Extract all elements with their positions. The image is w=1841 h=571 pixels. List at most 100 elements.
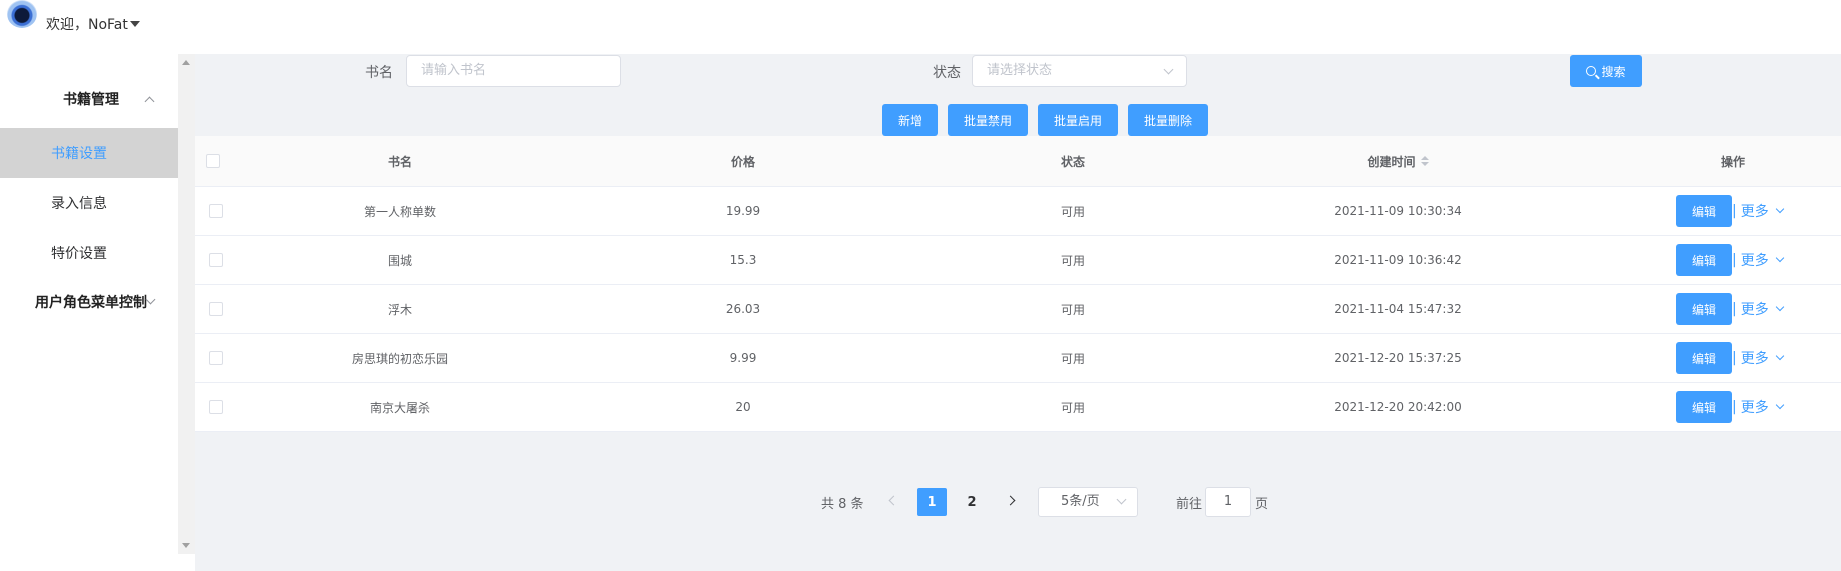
chevron-down-icon xyxy=(1775,302,1784,312)
row-checkbox[interactable] xyxy=(209,400,223,414)
cell-status: 可用 xyxy=(1060,204,1085,219)
more-label: 更多 xyxy=(1740,302,1769,318)
next-page-icon[interactable] xyxy=(1005,495,1016,506)
status-placeholder: 请选择状态 xyxy=(987,63,1053,78)
column-header-actions: 操作 xyxy=(1720,154,1745,169)
add-button[interactable]: 新增 xyxy=(882,104,938,136)
chevron-down-icon xyxy=(1775,400,1784,410)
cell-name: 浮木 xyxy=(387,302,412,317)
more-dropdown[interactable]: | 更多 xyxy=(1732,334,1784,382)
sidebar-group-label: 书籍管理 xyxy=(63,92,119,108)
chevron-down-icon xyxy=(1163,64,1174,75)
row-checkbox[interactable] xyxy=(209,253,223,267)
top-bar: 欢迎，NoFat xyxy=(0,0,1841,54)
cell-created: 2021-11-04 15:47:32 xyxy=(1334,302,1462,316)
select-all-checkbox[interactable] xyxy=(206,154,220,168)
edit-button[interactable]: 编辑 xyxy=(1676,293,1732,325)
separator: | xyxy=(1732,203,1737,219)
main-content: 书名 请输入书名 状态 请选择状态 搜索 新增 批量禁用 批量启用 批量删除 书… xyxy=(195,54,1841,571)
more-label: 更多 xyxy=(1740,351,1769,367)
goto-label: 前往 xyxy=(1176,497,1203,512)
sort-icon[interactable] xyxy=(1420,156,1429,166)
edit-button[interactable]: 编辑 xyxy=(1676,195,1732,227)
sidebar-group-books[interactable]: 书籍管理 xyxy=(0,74,178,124)
chevron-down-icon xyxy=(145,294,156,305)
cell-status: 可用 xyxy=(1060,253,1085,268)
sidebar-item-entry-info[interactable]: 录入信息 xyxy=(0,178,178,228)
table-row: 第一人称单数 19.99 可用 2021-11-09 10:30:34 编辑 |… xyxy=(195,187,1841,236)
sidebar-group-user-role-menu[interactable]: 用户角色菜单控制 xyxy=(0,277,178,327)
cell-name: 围城 xyxy=(387,253,412,268)
edit-button[interactable]: 编辑 xyxy=(1676,342,1732,374)
column-header-created[interactable]: 创建时间 xyxy=(1323,136,1473,186)
welcome-text: 欢迎，NoFat xyxy=(46,17,128,33)
more-label: 更多 xyxy=(1740,204,1769,220)
cell-created: 2021-12-20 15:37:25 xyxy=(1334,351,1462,365)
row-checkbox[interactable] xyxy=(209,204,223,218)
page-suffix: 页 xyxy=(1255,497,1269,512)
cell-price: 15.3 xyxy=(729,253,757,267)
table-row: 围城 15.3 可用 2021-11-09 10:36:42 编辑 | 更多 xyxy=(195,236,1841,285)
chevron-down-icon xyxy=(1775,253,1784,263)
more-dropdown[interactable]: | 更多 xyxy=(1732,285,1784,333)
chevron-down-icon xyxy=(1116,494,1127,505)
row-checkbox[interactable] xyxy=(209,302,223,316)
cell-status: 可用 xyxy=(1060,302,1085,317)
more-label: 更多 xyxy=(1740,400,1769,416)
table-row: 房思琪的初恋乐园 9.99 可用 2021-12-20 15:37:25 编辑 … xyxy=(195,334,1841,383)
separator: | xyxy=(1732,399,1737,415)
column-header-price: 价格 xyxy=(730,154,755,169)
table-row: 浮木 26.03 可用 2021-11-04 15:47:32 编辑 | 更多 xyxy=(195,285,1841,334)
sidebar-group-label: 用户角色菜单控制 xyxy=(35,295,147,311)
cell-price: 20 xyxy=(735,400,751,414)
prev-page-icon[interactable] xyxy=(888,495,899,506)
cell-price: 26.03 xyxy=(725,302,761,316)
table-header-row: 书名 价格 状态 创建时间 操作 xyxy=(195,136,1841,187)
sidebar-item-special-price[interactable]: 特价设置 xyxy=(0,228,178,278)
sidebar-item-label: 特价设置 xyxy=(51,246,107,262)
scroll-up-icon[interactable] xyxy=(182,60,190,65)
pagination-total: 共 8 条 xyxy=(821,497,864,512)
name-input[interactable]: 请输入书名 xyxy=(406,55,621,87)
cell-status: 可用 xyxy=(1060,400,1085,415)
batch-disable-button[interactable]: 批量禁用 xyxy=(948,104,1028,136)
cell-created: 2021-12-20 20:42:00 xyxy=(1334,400,1462,414)
user-menu[interactable]: 欢迎，NoFat xyxy=(46,14,140,34)
more-dropdown[interactable]: | 更多 xyxy=(1732,383,1784,431)
cell-status: 可用 xyxy=(1060,351,1085,366)
chevron-up-icon xyxy=(144,96,155,107)
batch-enable-button[interactable]: 批量启用 xyxy=(1038,104,1118,136)
goto-page-input[interactable]: 1 xyxy=(1205,487,1251,517)
table-row: 南京大屠杀 20 可用 2021-12-20 20:42:00 编辑 | 更多 xyxy=(195,383,1841,432)
page-1-button[interactable]: 1 xyxy=(917,488,947,516)
cell-name: 南京大屠杀 xyxy=(369,400,430,415)
cell-price: 19.99 xyxy=(725,204,761,218)
page-size-select[interactable]: 5条/页 xyxy=(1038,487,1138,517)
search-button-label: 搜索 xyxy=(1601,64,1626,79)
cell-price: 9.99 xyxy=(729,351,757,365)
search-icon xyxy=(1586,66,1597,76)
page-size-value: 5条/页 xyxy=(1061,494,1100,509)
page-2-button[interactable]: 2 xyxy=(957,488,987,516)
scroll-down-icon[interactable] xyxy=(182,543,190,548)
avatar[interactable] xyxy=(7,0,37,28)
books-table: 书名 价格 状态 创建时间 操作 第一人称单数 19.99 可用 2021-11… xyxy=(195,136,1841,432)
cell-created: 2021-11-09 10:36:42 xyxy=(1334,253,1462,267)
separator: | xyxy=(1732,252,1737,268)
status-select[interactable]: 请选择状态 xyxy=(972,55,1187,87)
edit-button[interactable]: 编辑 xyxy=(1676,244,1732,276)
more-dropdown[interactable]: | 更多 xyxy=(1732,187,1784,235)
edit-button[interactable]: 编辑 xyxy=(1676,391,1732,423)
separator: | xyxy=(1732,301,1737,317)
separator: | xyxy=(1732,350,1737,366)
sidebar-item-label: 书籍设置 xyxy=(51,146,107,162)
chevron-down-icon xyxy=(1775,204,1784,214)
status-label: 状态 xyxy=(933,65,961,81)
batch-delete-button[interactable]: 批量删除 xyxy=(1128,104,1208,136)
row-checkbox[interactable] xyxy=(209,351,223,365)
search-button[interactable]: 搜索 xyxy=(1570,55,1642,87)
sidebar-scrollbar[interactable] xyxy=(178,54,195,554)
more-dropdown[interactable]: | 更多 xyxy=(1732,236,1784,284)
sidebar-item-label: 录入信息 xyxy=(51,196,107,212)
sidebar-item-book-settings[interactable]: 书籍设置 xyxy=(0,128,178,178)
